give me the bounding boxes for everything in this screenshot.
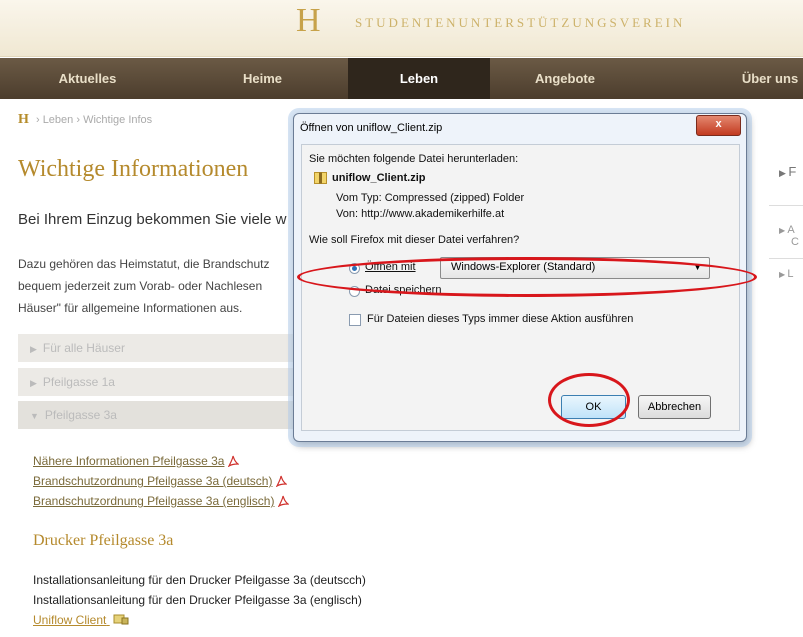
doc-link-brandschutz-englisch[interactable]: Brandschutzordnung Pfeilgasse 3a (englis…	[33, 494, 290, 508]
download-icon	[113, 614, 129, 625]
printer-instructions-englisch[interactable]: Installationsanleitung für den Drucker P…	[33, 593, 362, 607]
org-name: STUDENTENUNTERSTÜTZUNGSVEREIN	[355, 15, 686, 30]
pdf-icon	[278, 495, 290, 507]
close-button[interactable]: x	[696, 115, 741, 136]
accordion-label: Pfeilgasse 1a	[42, 375, 115, 389]
zip-folder-icon	[314, 172, 327, 184]
section-title: Drucker Pfeilgasse 3a	[33, 532, 174, 549]
right-column-item[interactable]: ▶ L	[779, 268, 794, 280]
file-source-value: http://www.akademikerhilfe.at	[361, 208, 505, 220]
intro-line: Dazu gehören das Heimstatut, die Brandsc…	[18, 257, 270, 271]
divider	[769, 258, 803, 259]
cancel-button[interactable]: Abbrechen	[638, 395, 711, 419]
file-type-label: Vom Typ:	[336, 192, 382, 204]
highlight-oval-ok	[548, 373, 630, 427]
intro-text: Dazu gehören das Heimstatut, die Brandsc…	[18, 253, 298, 319]
right-column-label: A	[787, 224, 795, 236]
right-column-item[interactable]: ▶ AC	[779, 224, 799, 248]
dialog-title: Öffnen von uniflow_Client.zip	[300, 122, 443, 134]
chevron-right-icon: ▶	[30, 378, 37, 388]
nav-item-aktuelles[interactable]: Aktuelles	[0, 58, 175, 99]
nav-item-heime[interactable]: Heime	[175, 58, 350, 99]
highlight-oval-open-with	[297, 257, 757, 297]
pdf-icon	[228, 455, 240, 467]
breadcrumb-leben[interactable]: Leben	[43, 114, 74, 126]
right-column-label: C	[791, 236, 799, 248]
chevron-down-icon: ▼	[30, 411, 39, 421]
printer-instructions-deutsch[interactable]: Installationsanleitung für den Drucker P…	[33, 573, 366, 587]
breadcrumb-separator: ›	[35, 114, 40, 126]
close-icon: x	[715, 118, 722, 130]
remember-action-label[interactable]: Für Dateien dieses Typs immer diese Akti…	[367, 313, 633, 325]
accordion-pfeilgasse-3a[interactable]: ▼ Pfeilgasse 3a	[18, 401, 298, 429]
uniflow-link-label: Uniflow Client	[33, 613, 107, 627]
accordion-label: Pfeilgasse 3a	[44, 408, 117, 422]
accordion-pfeilgasse-1a[interactable]: ▶ Pfeilgasse 1a	[18, 368, 298, 396]
file-type-value: Compressed (zipped) Folder	[384, 192, 525, 204]
page-title: Wichtige Informationen	[18, 156, 249, 182]
download-prompt: Sie möchten folgende Datei herunterladen…	[309, 153, 519, 165]
file-type-row: Vom Typ: Compressed (zipped) Folder	[336, 192, 524, 204]
right-column-heading: ▶ F	[779, 164, 796, 179]
remember-action-checkbox[interactable]	[349, 314, 361, 326]
right-column-label: F	[788, 164, 797, 179]
doc-link-label: Brandschutzordnung Pfeilgasse 3a (deutsc…	[33, 474, 273, 488]
nav-item-ueber-uns[interactable]: Über uns	[730, 58, 803, 99]
breadcrumb-current: Wichtige Infos	[83, 114, 153, 126]
right-column-label: L	[787, 268, 794, 280]
chevron-right-icon: ▶	[779, 168, 789, 178]
pdf-icon	[276, 475, 288, 487]
doc-link-label: Brandschutzordnung Pfeilgasse 3a (englis…	[33, 494, 275, 508]
intro-lead: Bei Ihrem Einzug bekommen Sie viele w	[18, 211, 287, 228]
main-nav: Aktuelles Heime Leben Angebote Über uns	[0, 58, 803, 99]
breadcrumb-separator: ›	[76, 114, 81, 126]
chevron-right-icon: ▶	[30, 344, 37, 354]
uniflow-client-link[interactable]: Uniflow Client	[33, 613, 129, 627]
intro-line: bequem jederzeit zum Vorab- oder Nachles…	[18, 279, 263, 293]
nav-item-angebote[interactable]: Angebote	[490, 58, 640, 99]
header-banner: H STUDENTENUNTERSTÜTZUNGSVEREIN	[0, 0, 803, 57]
file-source-row: Von: http://www.akademikerhilfe.at	[336, 208, 504, 220]
breadcrumb: H › Leben › Wichtige Infos	[18, 112, 152, 128]
logo[interactable]: H	[296, 4, 321, 38]
nav-item-leben[interactable]: Leben	[348, 58, 490, 99]
file-source-label: Von:	[336, 208, 359, 220]
doc-link-naehere-informationen[interactable]: Nähere Informationen Pfeilgasse 3a	[33, 454, 240, 468]
intro-line: Häuser" für allgemeine Informationen aus…	[18, 301, 243, 315]
divider	[769, 205, 803, 206]
file-name: uniflow_Client.zip	[332, 172, 426, 184]
doc-link-brandschutz-deutsch[interactable]: Brandschutzordnung Pfeilgasse 3a (deutsc…	[33, 474, 288, 488]
accordion-label: Für alle Häuser	[42, 341, 125, 355]
home-icon[interactable]: H	[18, 112, 29, 127]
action-question: Wie soll Firefox mit dieser Datei verfah…	[309, 234, 520, 246]
doc-link-label: Nähere Informationen Pfeilgasse 3a	[33, 454, 225, 468]
accordion-fuer-alle-haeuser[interactable]: ▶ Für alle Häuser	[18, 334, 298, 362]
